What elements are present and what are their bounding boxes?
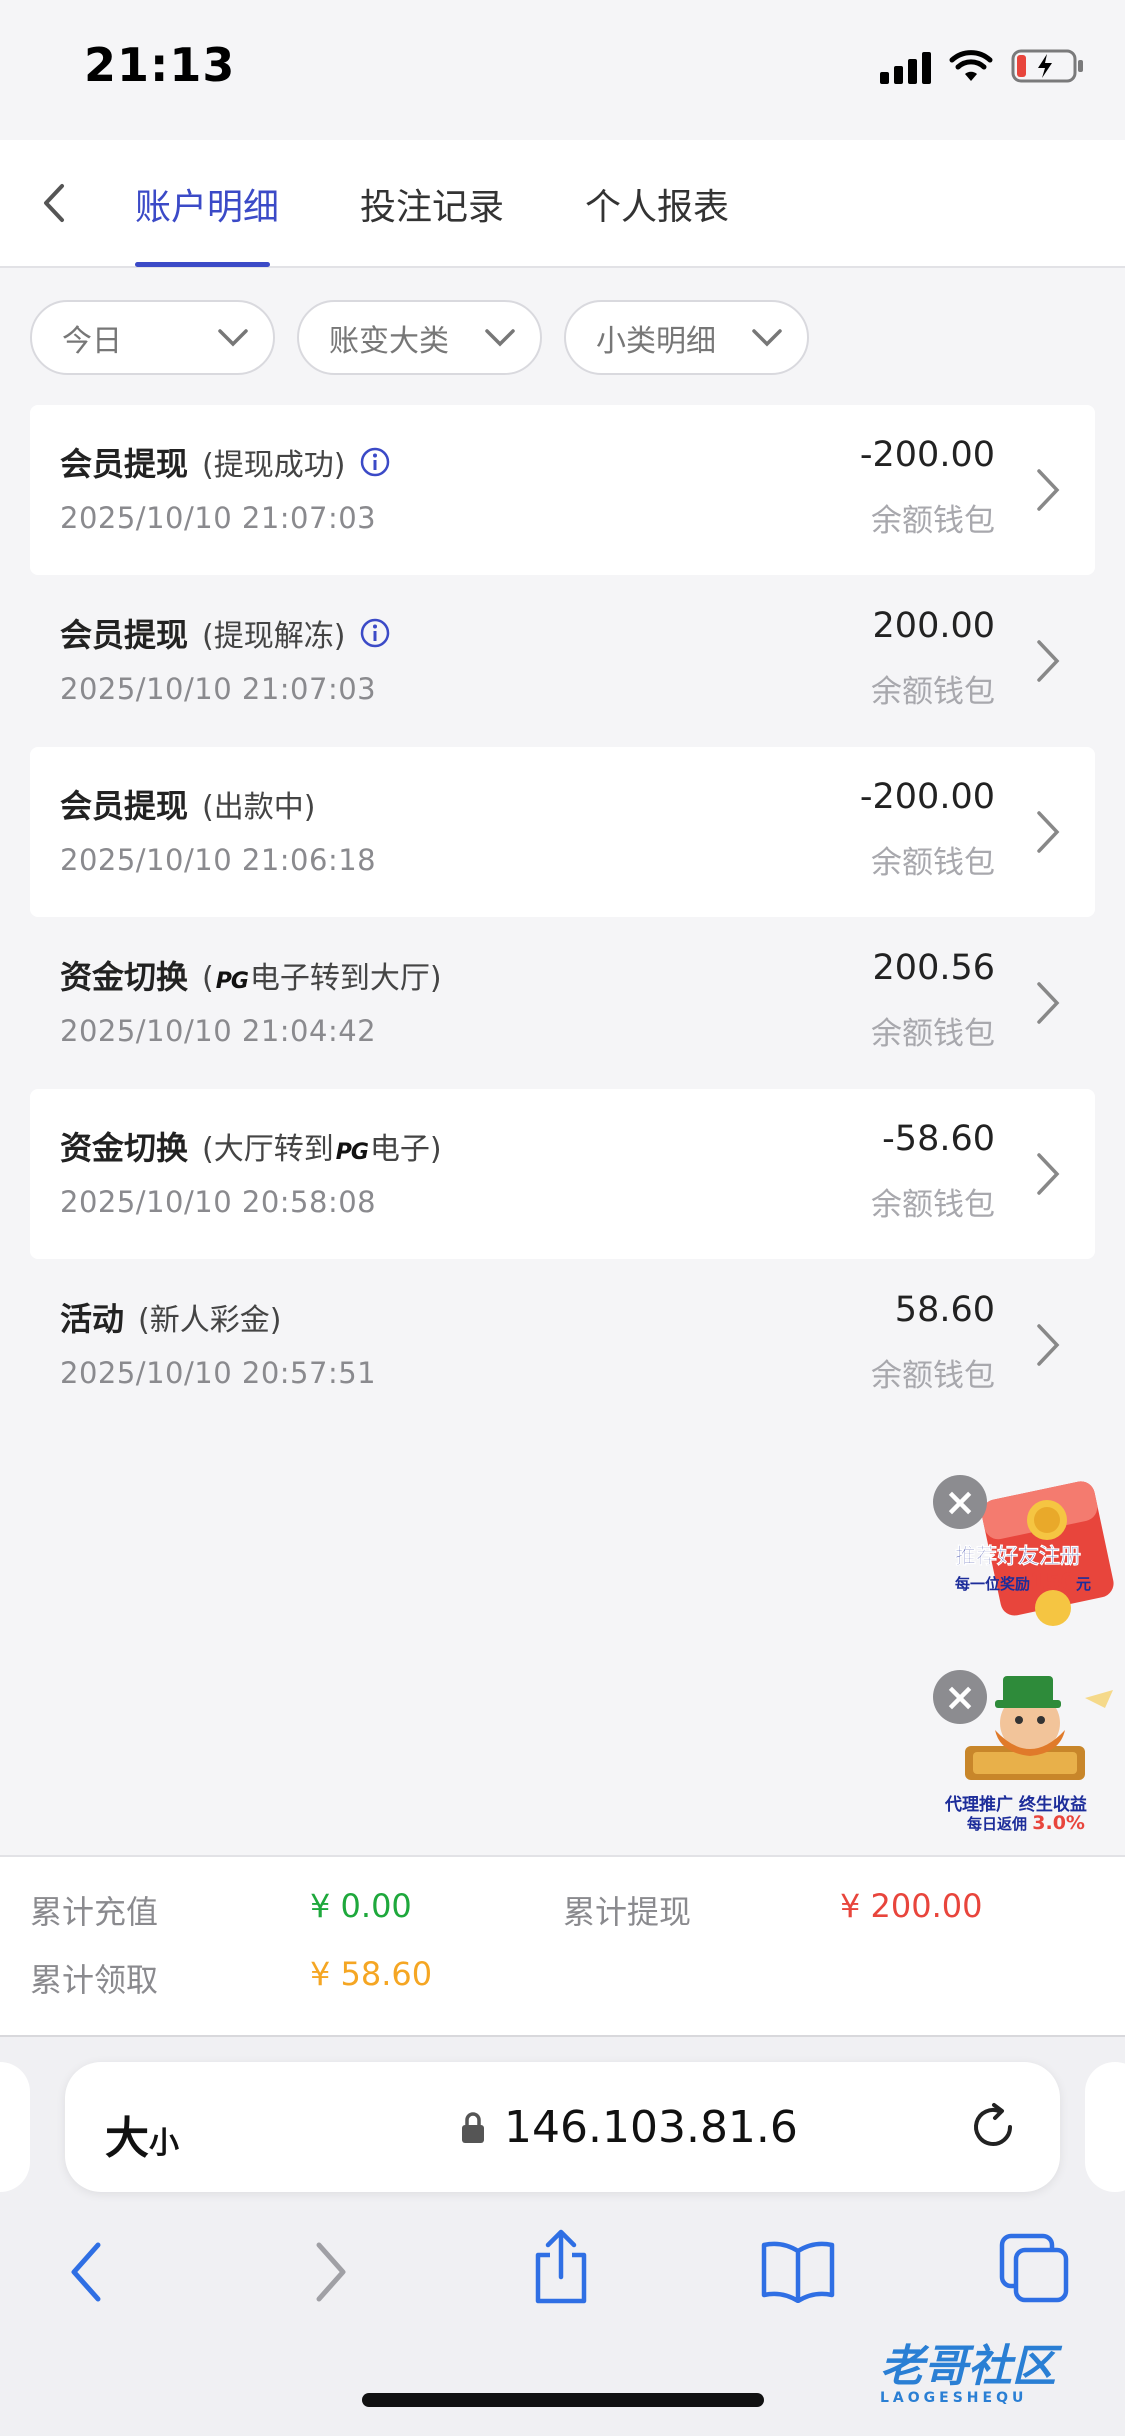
record-title: 会员提现 [60,445,189,483]
record-amount: -58.60 [882,1119,995,1159]
tab-bet-records[interactable]: 投注记录 [360,178,504,230]
tab-account-details[interactable]: 账户明细 [135,178,279,230]
filter-date[interactable]: 今日 [30,300,275,375]
total-recharge-label: 累计充值 [30,1893,159,1931]
record-title: 会员提现 [60,787,189,825]
info-icon[interactable] [359,446,391,478]
pg-logo: PG [335,1140,369,1165]
record-time: 2025/10/10 20:57:51 [60,1356,377,1390]
record-time: 2025/10/10 21:06:18 [60,843,377,877]
total-withdraw-value: ¥ 200.00 [840,1887,983,1925]
record-row[interactable]: 会员提现 (出款中) 2025/10/10 21:06:18 -200.00 余… [30,747,1095,917]
total-claim-label: 累计领取 [30,1961,159,1999]
address-bar[interactable]: 大小 146.103.81.6 [65,2062,1060,2192]
bookmarks-icon[interactable] [760,2237,836,2303]
record-subtype: (提现解冻) [202,619,346,654]
record-title: 活动 [60,1300,125,1338]
chevron-right-icon [1037,1153,1060,1195]
filter-major-category[interactable]: 账变大类 [297,300,542,375]
next-tab-pill[interactable] [1085,2062,1125,2192]
text-size-button[interactable]: 大小 [105,2102,179,2166]
record-wallet: 余额钱包 [871,674,995,710]
browser-forward-icon[interactable] [305,2237,355,2307]
browser-back-icon[interactable] [62,2237,112,2307]
record-subtype: (出款中) [202,790,316,825]
record-amount: 58.60 [894,1290,995,1330]
active-tab-indicator [135,262,270,267]
record-amount: 200.00 [872,606,995,646]
summary-panel: 累计充值 ¥ 0.00 累计提现 ¥ 200.00 累计领取 ¥ 58.60 [0,1855,1125,2037]
home-indicator [362,2393,764,2407]
tabs-icon[interactable] [998,2232,1070,2304]
record-time: 2025/10/10 21:04:42 [60,1014,377,1048]
status-bar: 21:13 [0,0,1125,140]
referral-promo-title: 推荐好友注册 [955,1544,1082,1569]
total-withdraw-label: 累计提现 [563,1893,692,1931]
chevron-down-icon [218,329,248,347]
record-row[interactable]: 会员提现 (提现解冻) 2025/10/10 21:07:03 200.00 余… [30,576,1095,746]
info-icon[interactable] [359,617,391,649]
record-subtype: (新人彩金) [138,1303,282,1338]
record-subtype: (提现成功) [202,448,346,483]
battery-icon [1011,49,1083,83]
close-agent-promo-button[interactable]: × [933,1670,987,1724]
previous-tab-pill[interactable] [0,2062,30,2192]
record-time: 2025/10/10 20:58:08 [60,1185,377,1219]
record-row[interactable]: 资金切换 (PG电子转到大厅) 2025/10/10 21:04:42 200.… [30,918,1095,1088]
record-time: 2025/10/10 21:07:03 [60,672,377,706]
record-row[interactable]: 资金切换 (大厅转到PG电子) 2025/10/10 20:58:08 -58.… [30,1089,1095,1259]
record-amount: -200.00 [859,435,995,475]
record-wallet: 余额钱包 [871,845,995,881]
record-title: 资金切换 [60,958,189,996]
record-title: 会员提现 [60,616,189,654]
record-wallet: 余额钱包 [871,1187,995,1223]
status-time: 21:13 [84,38,236,92]
record-title: 资金切换 [60,1129,189,1167]
filter-date-label: 今日 [62,323,122,359]
pg-logo: PG [215,969,249,994]
referral-promo-subtitle: 每一位奖励150元 [955,1570,1091,1595]
lock-icon [462,2111,484,2143]
filter-sub-category[interactable]: 小类明细 [564,300,809,375]
record-row[interactable]: 会员提现 (提现成功) 2025/10/10 21:07:03 -200.00 … [30,405,1095,575]
record-wallet: 余额钱包 [871,1358,995,1394]
chevron-right-icon [1037,640,1060,682]
record-amount: 200.56 [872,948,995,988]
record-time: 2025/10/10 21:07:03 [60,501,377,535]
record-subtype: (大厅转到PG电子) [202,1132,442,1167]
laoge-community-watermark: 老哥社区 LAOGESHEQU [880,2341,1056,2406]
total-recharge-value: ¥ 0.00 [310,1887,412,1925]
chevron-down-icon [485,329,515,347]
record-subtype: (PG电子转到大厅) [202,961,442,996]
agent-promo-subtitle: 每日返佣 3.0% [967,1812,1085,1834]
record-wallet: 余额钱包 [871,1016,995,1052]
record-wallet: 余额钱包 [871,503,995,539]
chevron-right-icon [1037,982,1060,1024]
wifi-icon [949,50,993,81]
url-text: 146.103.81.6 [504,2102,798,2153]
close-referral-promo-button[interactable]: × [933,1475,987,1529]
chevron-down-icon [752,329,782,347]
back-icon[interactable] [30,178,80,228]
tab-nav: 账户明细 投注记录 个人报表 [0,140,1125,268]
reload-icon[interactable] [966,2100,1020,2154]
status-icons [880,48,1085,84]
total-claim-value: ¥ 58.60 [310,1955,433,1993]
cellular-signal-icon [880,48,931,84]
share-icon[interactable] [528,2227,594,2307]
chevron-right-icon [1037,811,1060,853]
record-row[interactable]: 活动 (新人彩金) 2025/10/10 20:57:51 58.60 余额钱包 [30,1260,1095,1430]
chevron-right-icon [1037,469,1060,511]
filter-sub-category-label: 小类明细 [596,323,716,359]
chevron-right-icon [1037,1324,1060,1366]
tab-personal-report[interactable]: 个人报表 [585,178,729,230]
filter-major-category-label: 账变大类 [329,323,449,359]
record-amount: -200.00 [859,777,995,817]
